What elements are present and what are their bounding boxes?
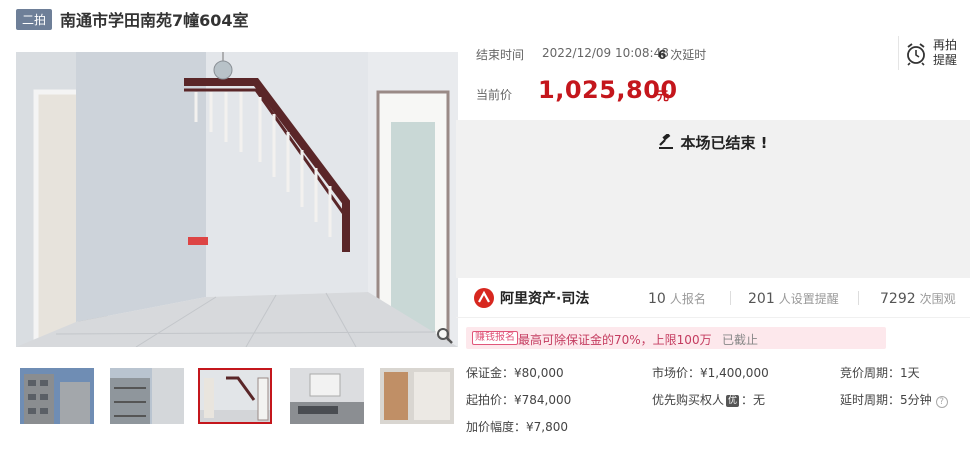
- price-unit: 元: [657, 89, 670, 103]
- deposit: 保证金：¥80,000: [466, 366, 564, 380]
- thumbnail-4-image: [290, 368, 364, 424]
- extend-count-suffix: 次延时: [670, 48, 707, 62]
- thumbnail-5-image: [380, 368, 454, 424]
- signup-number: 10: [648, 291, 666, 307]
- extend-count: 6 次延时: [658, 46, 706, 63]
- reminder-number: 201: [748, 291, 775, 307]
- auction-ended-message: 本场已结束 !: [456, 132, 970, 153]
- end-time-value: 2022/12/09 10:08:48: [542, 46, 669, 60]
- promo-status: 已截止: [722, 333, 759, 347]
- extend-count-number: 6: [658, 48, 667, 62]
- thumbnail-3-image: [200, 370, 270, 422]
- thumbnail-2-image: [110, 368, 184, 424]
- page-title: 南通市学田南苑7幢604室: [60, 11, 249, 30]
- start-price: 起拍价：¥784,000: [466, 393, 572, 407]
- priority-buyer-value: ：无: [741, 393, 766, 407]
- question-icon[interactable]: ?: [935, 396, 948, 408]
- priority-buyer: 优先购买权人优：无: [652, 391, 765, 408]
- divider: [730, 291, 731, 305]
- thumbnail-3-selected[interactable]: [198, 368, 272, 424]
- divider: [858, 291, 859, 305]
- remind-label: 再拍提醒: [933, 38, 958, 67]
- thumbnail-strip: [16, 368, 458, 426]
- thumbnail-2[interactable]: [110, 368, 184, 424]
- stats-bar: 阿里资产·司法 10 人报名 201 人设置提醒 7292 次围观: [456, 278, 970, 318]
- view-label: 次围观: [919, 292, 956, 306]
- signup-label: 人报名: [669, 292, 706, 306]
- thumbnail-1-image: [20, 368, 94, 424]
- signup-count: 10 人报名: [648, 290, 706, 307]
- view-count: 7292 次围观: [880, 290, 956, 307]
- main-photo[interactable]: [16, 52, 458, 347]
- current-price-label: 当前价: [476, 88, 513, 102]
- auction-terms: 保证金：¥80,000 起拍价：¥784,000 加价幅度：¥7,800 市场价…: [466, 360, 966, 440]
- extend-period: 延时周期：5分钟?: [840, 391, 948, 408]
- view-number: 7292: [880, 291, 916, 307]
- brand-name: 阿里资产·司法: [500, 291, 590, 307]
- title-bar: 二拍 南通市学田南苑7幢604室: [16, 8, 249, 30]
- price-increment: 加价幅度：¥7,800: [466, 420, 568, 434]
- market-price: 市场价：¥1,400,000: [652, 366, 769, 380]
- ali-asset-logo-icon: [474, 288, 494, 308]
- thumbnail-5[interactable]: [380, 368, 454, 424]
- extend-period-text: 延时周期：5分钟: [840, 393, 932, 407]
- reminder-count: 201 人设置提醒: [748, 290, 839, 307]
- promo-tag: 赚钱报名: [472, 331, 518, 345]
- auction-ended-text: 本场已结束 !: [680, 134, 768, 152]
- gavel-icon: [659, 134, 674, 149]
- room-photo-image: [16, 52, 458, 347]
- bid-period: 竞价周期：1天: [840, 366, 920, 380]
- alarm-clock-icon: [907, 43, 925, 66]
- promo-banner: 赚钱报名 最高可除保证金的70%，上限100万 已截止: [466, 327, 886, 349]
- remind-button[interactable]: 再拍提醒: [898, 36, 960, 70]
- promo-text: 最高可除保证金的70%，上限100万: [518, 333, 712, 347]
- thumbnail-1[interactable]: [20, 368, 94, 424]
- ali-asset-logo[interactable]: 阿里资产·司法: [474, 287, 589, 309]
- thumbnail-4[interactable]: [290, 368, 364, 424]
- priority-badge: 优: [726, 395, 740, 407]
- end-time-label: 结束时间: [476, 48, 525, 62]
- priority-buyer-label: 优先购买权人: [652, 393, 725, 407]
- reminder-label: 人设置提醒: [778, 292, 839, 306]
- round-badge: 二拍: [16, 8, 53, 30]
- magnifier-icon[interactable]: [436, 327, 454, 345]
- auction-ended-panel: 本场已结束 !: [456, 120, 970, 278]
- auction-info: 结束时间 2022/12/09 10:08:48 6 次延时 当前价 1,025…: [456, 36, 970, 120]
